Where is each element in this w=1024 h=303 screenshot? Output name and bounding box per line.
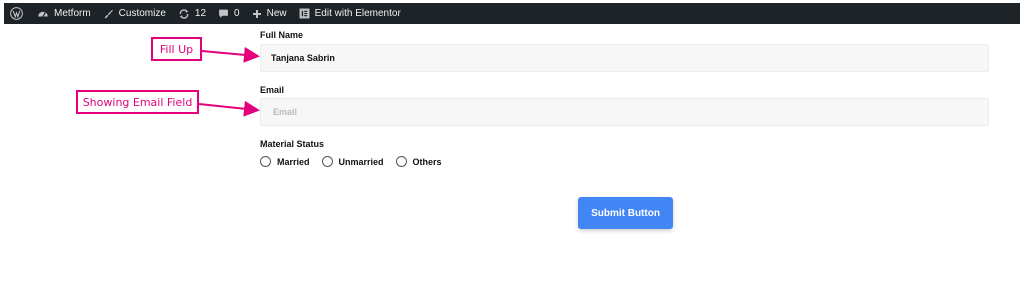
comments-link[interactable]: 0 bbox=[212, 3, 246, 24]
fill-up-callout: Fill Up bbox=[151, 37, 202, 61]
full-name-value: Tanjana Sabrin bbox=[271, 53, 335, 63]
updates-count: 12 bbox=[194, 8, 207, 19]
radio-circle[interactable] bbox=[260, 156, 271, 167]
updates-icon bbox=[178, 8, 190, 20]
full-name-label: Full Name bbox=[260, 30, 304, 40]
brush-icon bbox=[103, 8, 114, 19]
site-name-link[interactable]: Metform bbox=[31, 3, 97, 24]
email-label: Email bbox=[260, 85, 285, 95]
radio-married[interactable]: Married bbox=[260, 156, 310, 167]
updates-link[interactable]: 12 bbox=[172, 3, 212, 24]
edit-with-elementor-link[interactable]: Edit with Elementor bbox=[293, 3, 407, 24]
radio-others[interactable]: Others bbox=[395, 156, 442, 167]
dashboard-icon bbox=[37, 8, 49, 19]
radio-label: Married bbox=[277, 156, 310, 167]
material-status-label: Material Status bbox=[260, 139, 325, 149]
plus-icon bbox=[252, 9, 262, 19]
customize-label: Customize bbox=[118, 8, 166, 19]
wordpress-logo-icon[interactable] bbox=[4, 3, 31, 24]
customize-link[interactable]: Customize bbox=[97, 3, 172, 24]
submit-button[interactable]: Submit Button bbox=[578, 197, 673, 229]
radio-label: Others bbox=[412, 156, 442, 167]
email-field[interactable] bbox=[271, 106, 978, 118]
edit-with-elementor-label: Edit with Elementor bbox=[314, 8, 401, 19]
radio-circle[interactable] bbox=[321, 156, 333, 167]
full-name-field[interactable]: Tanjana Sabrin bbox=[260, 44, 989, 72]
showing-email-callout: Showing Email Field bbox=[76, 90, 199, 114]
showing-email-arrow bbox=[198, 100, 260, 117]
comments-count: 0 bbox=[234, 8, 240, 19]
elementor-icon bbox=[299, 8, 310, 19]
radio-circle[interactable] bbox=[395, 156, 407, 167]
admin-bar: Metform Customize 12 0 New Edit with Ele… bbox=[4, 3, 1020, 24]
comment-icon bbox=[218, 8, 229, 19]
new-content-link[interactable]: New bbox=[246, 3, 293, 24]
email-field-container bbox=[260, 98, 989, 126]
site-name-label: Metform bbox=[54, 8, 91, 19]
radio-label: Unmarried bbox=[338, 156, 384, 167]
material-status-radio-group: Married Unmarried Others bbox=[260, 156, 454, 167]
fill-up-arrow bbox=[201, 46, 260, 63]
radio-unmarried[interactable]: Unmarried bbox=[321, 156, 384, 167]
new-label: New bbox=[266, 8, 287, 19]
